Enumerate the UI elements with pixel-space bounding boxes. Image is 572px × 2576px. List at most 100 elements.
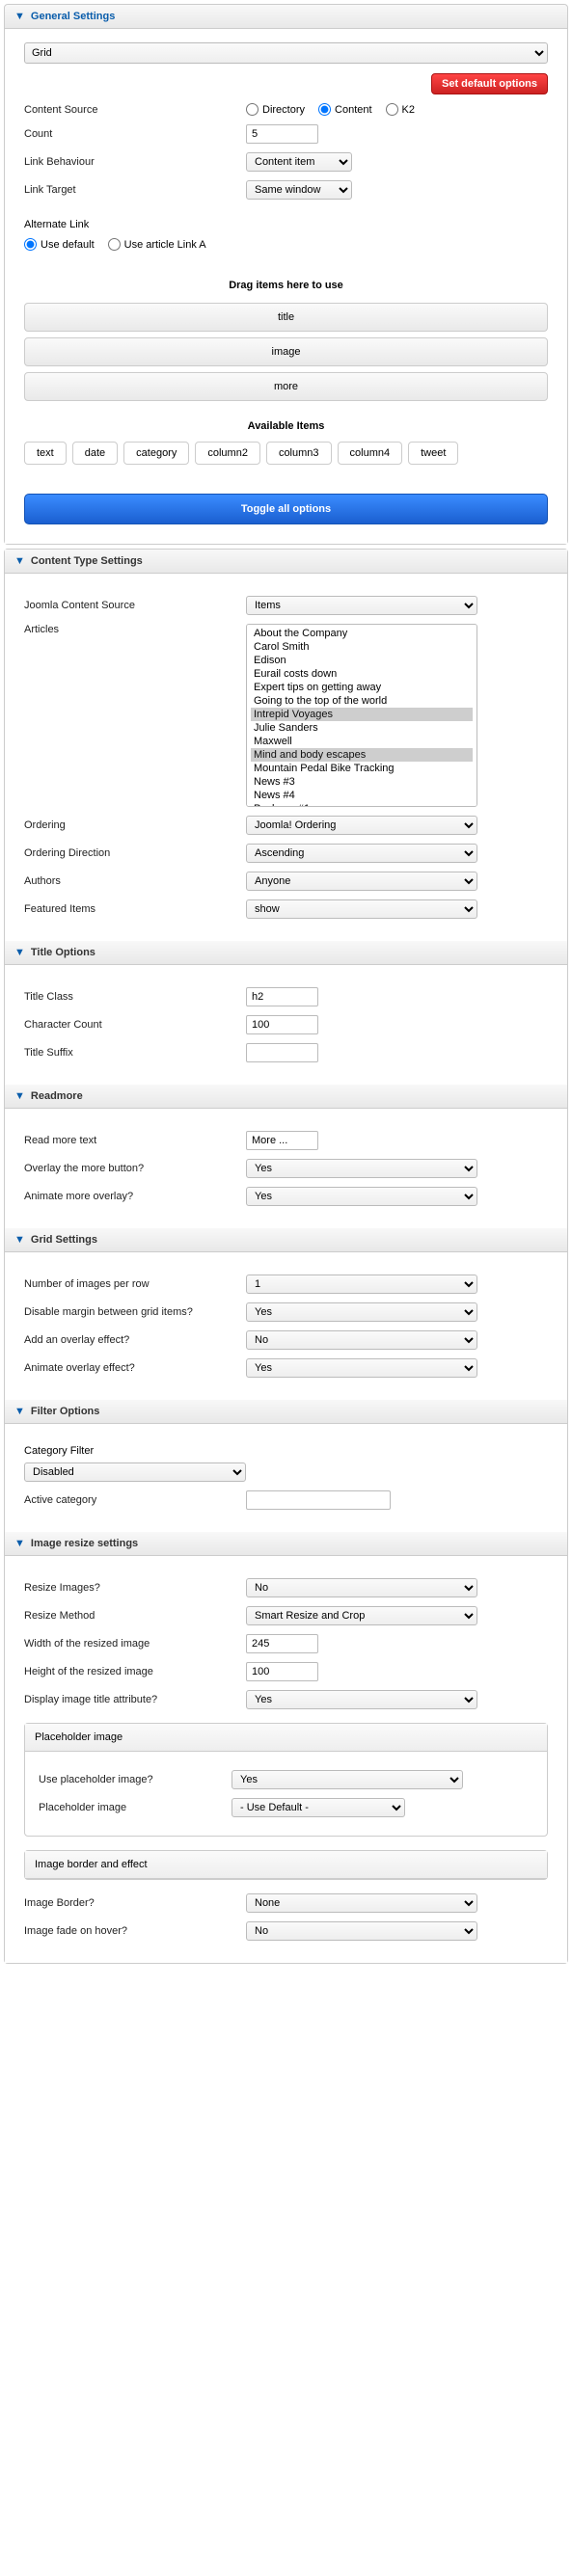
jcs-label: Joomla Content Source [24,600,246,611]
charcount-input[interactable] [246,1015,318,1034]
readmore-text-input[interactable] [246,1131,318,1150]
ordering-label: Ordering [24,819,246,831]
content-source-directory[interactable]: Directory [246,103,305,116]
charcount-label: Character Count [24,1019,246,1031]
used-item[interactable]: more [24,372,548,401]
grid-margin-select[interactable]: Yes [246,1302,477,1322]
category-filter-select[interactable]: Disabled [24,1462,246,1482]
available-item[interactable]: column2 [195,442,260,465]
image-resize-header[interactable]: ▼ Image resize settings [5,1532,567,1556]
used-item[interactable]: title [24,303,548,332]
content-source-k2[interactable]: K2 [386,103,415,116]
image-border-label: Image Border? [24,1897,246,1909]
count-label: Count [24,128,246,140]
ordering-select[interactable]: Joomla! Ordering [246,816,477,835]
grid-animate-label: Animate overlay effect? [24,1362,246,1374]
alternate-link-label: Alternate Link [24,219,548,230]
grid-overlay-select[interactable]: No [246,1330,477,1350]
use-placeholder-select[interactable]: Yes [232,1770,463,1789]
title-attr-label: Display image title attribute? [24,1694,246,1705]
available-item[interactable]: date [72,442,118,465]
link-target-select[interactable]: Same window [246,180,352,200]
content-type-header[interactable]: ▼ Content Type Settings [5,550,567,574]
animate-more-label: Animate more overlay? [24,1191,246,1202]
collapse-icon: ▼ [14,1234,25,1246]
authors-select[interactable]: Anyone [246,872,477,891]
placeholder-image-select[interactable]: - Use Default - [232,1798,405,1817]
resize-width-input[interactable] [246,1634,318,1653]
title-class-label: Title Class [24,991,246,1003]
link-behaviour-select[interactable]: Content item [246,152,352,172]
altlink-linka[interactable]: Use article Link A [108,238,206,251]
perrow-select[interactable]: 1 [246,1275,477,1294]
title-suffix-label: Title Suffix [24,1047,246,1059]
general-settings-header[interactable]: ▼ General Settings [5,5,567,29]
link-target-label: Link Target [24,184,246,196]
title-attr-select[interactable]: Yes [246,1690,477,1709]
available-item[interactable]: category [123,442,189,465]
available-item[interactable]: column4 [338,442,403,465]
resize-images-label: Resize Images? [24,1582,246,1594]
content-source-content[interactable]: Content [318,103,372,116]
authors-label: Authors [24,875,246,887]
image-resize-title: Image resize settings [31,1538,138,1549]
resize-method-select[interactable]: Smart Resize and Crop [246,1606,477,1625]
ordering-dir-label: Ordering Direction [24,847,246,859]
title-class-input[interactable] [246,987,318,1006]
grid-margin-label: Disable margin between grid items? [24,1306,246,1318]
count-input[interactable] [246,124,318,144]
resize-height-input[interactable] [246,1662,318,1681]
content-type-title: Content Type Settings [31,555,143,567]
available-item[interactable]: tweet [408,442,458,465]
available-items-title: Available Items [24,420,548,432]
used-items-list: title image more [24,303,548,401]
animate-more-select[interactable]: Yes [246,1187,477,1206]
grid-animate-select[interactable]: Yes [246,1358,477,1378]
filter-options-header[interactable]: ▼ Filter Options [5,1400,567,1424]
title-suffix-input[interactable] [246,1043,318,1062]
featured-label: Featured Items [24,903,246,915]
overlay-more-label: Overlay the more button? [24,1163,246,1174]
link-behaviour-label: Link Behaviour [24,156,246,168]
readmore-title: Readmore [31,1090,83,1102]
active-category-label: Active category [24,1494,246,1506]
image-border-select[interactable]: None [246,1893,477,1913]
grid-overlay-label: Add an overlay effect? [24,1334,246,1346]
collapse-icon: ▼ [14,555,25,567]
collapse-icon: ▼ [14,1090,25,1102]
general-settings-title: General Settings [31,11,115,22]
title-options-header[interactable]: ▼ Title Options [5,941,567,965]
resize-height-label: Height of the resized image [24,1666,246,1677]
available-items-list: textdatecategory column2 column3 column4twe… [24,442,548,465]
active-category-input[interactable] [246,1490,391,1510]
content-source-label: Content Source [24,104,246,116]
set-default-options-button[interactable]: Set default options [431,73,548,94]
collapse-icon: ▼ [14,1406,25,1417]
overlay-more-select[interactable]: Yes [246,1159,477,1178]
placeholder-image-label: Placeholder image [39,1802,232,1813]
layout-select[interactable]: Grid [24,42,548,64]
category-filter-label: Category Filter [24,1445,548,1457]
featured-select[interactable]: show [246,899,477,919]
altlink-default[interactable]: Use default [24,238,95,251]
collapse-icon: ▼ [14,1538,25,1549]
perrow-label: Number of images per row [24,1278,246,1290]
available-item[interactable]: text [24,442,67,465]
jcs-select[interactable]: Items [246,596,477,615]
readmore-header[interactable]: ▼ Readmore [5,1085,567,1109]
filter-options-title: Filter Options [31,1406,100,1417]
grid-settings-header[interactable]: ▼ Grid Settings [5,1228,567,1252]
image-fade-select[interactable]: No [246,1921,477,1941]
ordering-dir-select[interactable]: Ascending [246,844,477,863]
use-placeholder-label: Use placeholder image? [39,1774,232,1785]
border-section-title: Image border and effect [25,1851,547,1879]
resize-images-select[interactable]: No [246,1578,477,1597]
title-options-title: Title Options [31,947,95,958]
articles-multiselect[interactable]: About the CompanyCarol SmithEdisonEurail… [246,624,477,807]
collapse-icon: ▼ [14,11,25,22]
resize-width-label: Width of the resized image [24,1638,246,1650]
collapse-icon: ▼ [14,947,25,958]
used-item[interactable]: image [24,337,548,366]
available-item[interactable]: column3 [266,442,332,465]
toggle-all-options-button[interactable]: Toggle all options [24,494,548,524]
